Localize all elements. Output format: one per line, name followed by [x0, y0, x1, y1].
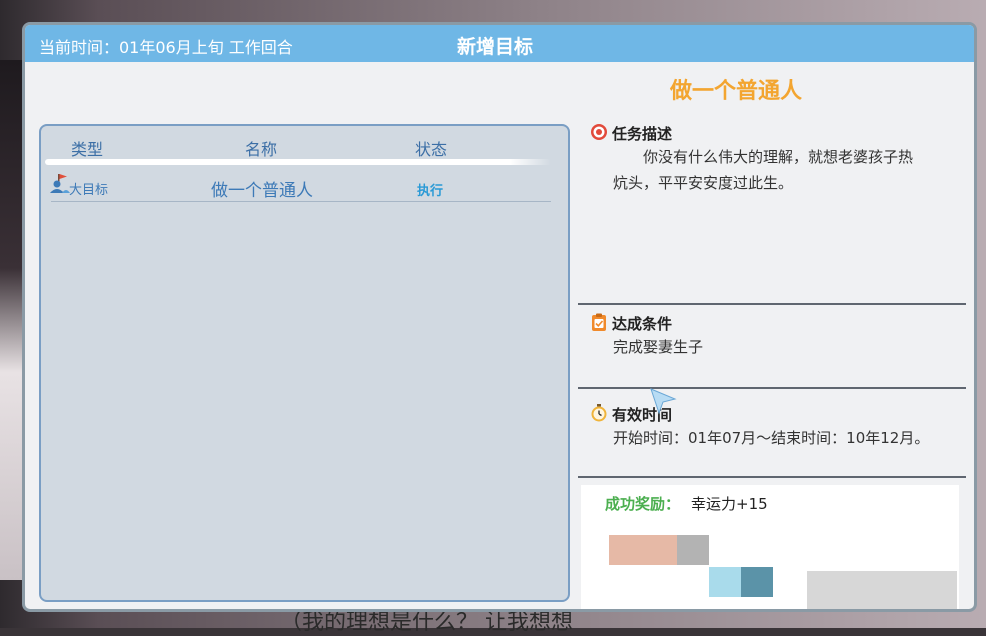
column-header-status: 状态: [415, 140, 448, 159]
goal-list-panel: 类型 名称 状态 大目标 做一个普通人 执行: [39, 124, 570, 602]
section-divider: [578, 303, 966, 305]
reward-label: 成功奖励：: [605, 495, 681, 513]
window-title: 新增目标: [457, 36, 534, 58]
column-header-name: 名称: [245, 140, 278, 159]
table-row[interactable]: 大目标 做一个普通人 执行: [47, 172, 551, 202]
reward-value: 幸运力+15: [691, 495, 768, 513]
pointer-cursor-icon: [650, 388, 677, 415]
header-divider: [45, 159, 551, 165]
new-goal-window: 当前时间：01年06月上旬 工作回合 新增目标 类型 名称 状态 大目标 做一个…: [22, 22, 977, 612]
condition-body: 完成娶妻生子: [613, 338, 704, 356]
current-time-label: 当前时间：01年06月上旬 工作回合: [39, 38, 293, 57]
stopwatch-icon: [591, 404, 607, 422]
description-title: 任务描述: [612, 125, 673, 143]
blurred-block: [677, 535, 709, 565]
section-divider: [578, 476, 966, 478]
description-body: 你没有什么伟大的理解，就想老婆孩子热炕头，平平安安度过此生。: [613, 148, 914, 192]
flag-person-icon: [50, 174, 70, 193]
row-status: 执行: [417, 184, 444, 199]
time-body: 开始时间：01年07月～结束时间：10年12月。: [613, 429, 930, 447]
clipboard-icon: [592, 313, 606, 331]
condition-title: 达成条件: [612, 315, 673, 333]
blurred-block: [741, 567, 773, 597]
blurred-block: [609, 535, 677, 565]
goal-title: 做一个普通人: [670, 79, 803, 104]
target-icon: [591, 124, 607, 140]
blurred-block: [807, 571, 957, 609]
row-divider: [51, 201, 551, 202]
reward-section: 成功奖励： 幸运力+15: [581, 485, 959, 609]
title-bar: 当前时间：01年06月上旬 工作回合 新增目标: [25, 25, 974, 62]
row-type: 大目标: [69, 183, 109, 198]
column-header-type: 类型: [71, 140, 104, 159]
section-divider: [578, 387, 966, 389]
blurred-block: [709, 567, 741, 597]
row-name: 做一个普通人: [211, 181, 313, 201]
